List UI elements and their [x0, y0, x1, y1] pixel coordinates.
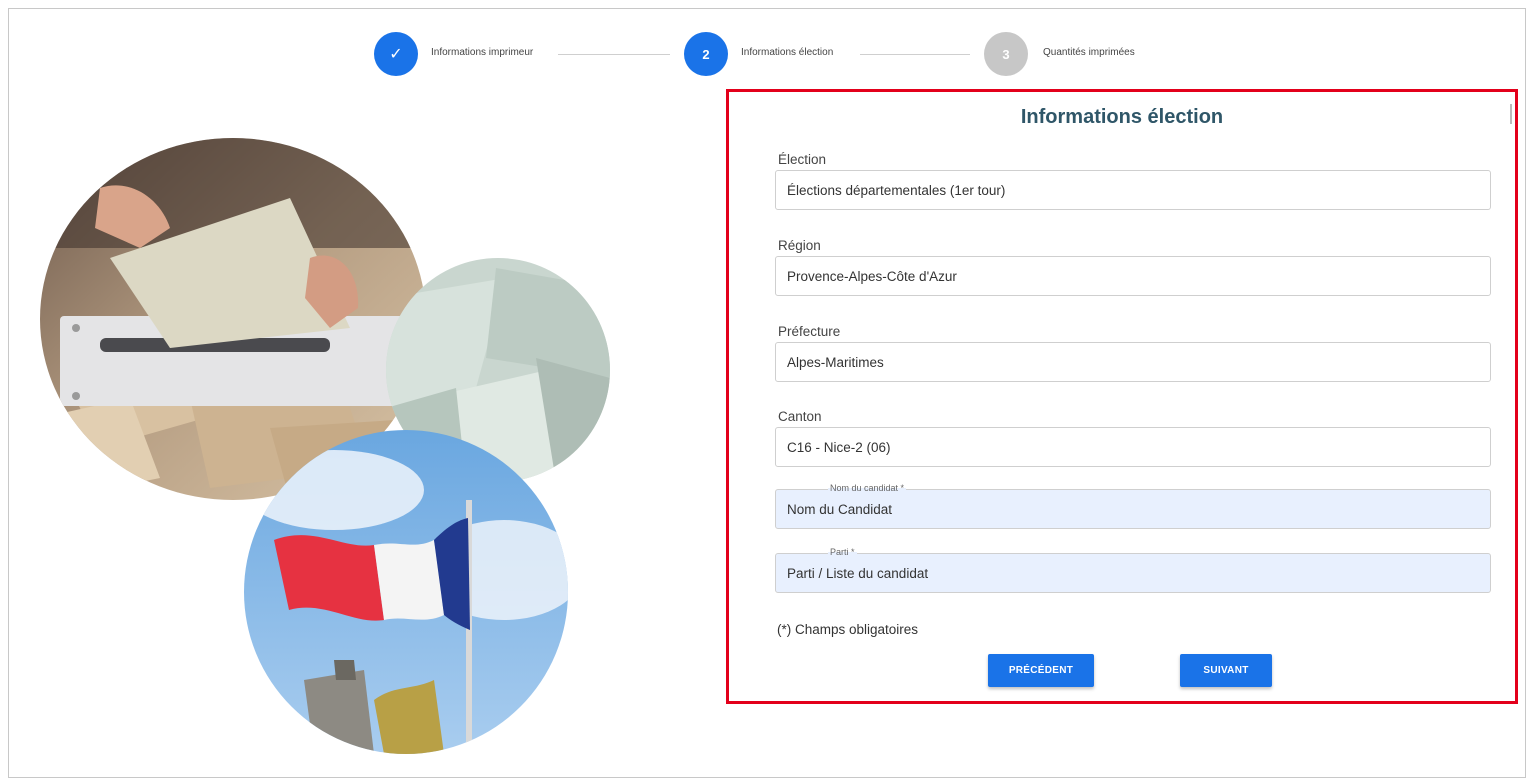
- prefecture-field[interactable]: Alpes-Maritimes: [775, 342, 1491, 382]
- step-1-circle[interactable]: ✓: [374, 32, 418, 76]
- canton-label: Canton: [778, 409, 822, 424]
- form-title: Informations élection: [1020, 106, 1224, 128]
- required-fields-note: (*) Champs obligatoires: [777, 622, 919, 637]
- election-info-panel: Informations élection Élection Élections…: [726, 89, 1518, 704]
- step-connector: [558, 54, 670, 55]
- step-2-number: 2: [702, 46, 710, 62]
- step-3-label: Quantités imprimées: [1043, 47, 1135, 58]
- candidate-name-label: Nom du candidat *: [828, 483, 907, 493]
- step-3-circle[interactable]: 3: [984, 32, 1028, 76]
- canton-field[interactable]: C16 - Nice-2 (06): [775, 427, 1491, 467]
- party-input[interactable]: Parti * Parti / Liste du candidat: [775, 547, 1491, 593]
- step-3-number: 3: [1002, 46, 1010, 62]
- election-label: Élection: [778, 152, 827, 167]
- prefecture-label: Préfecture: [778, 324, 841, 339]
- region-label: Région: [778, 238, 821, 253]
- step-2-label: Informations élection: [741, 47, 834, 58]
- canton-value: C16 - Nice-2 (06): [787, 439, 891, 455]
- party-value: Parti / Liste du candidat: [787, 565, 929, 581]
- election-field[interactable]: Élections départementales (1er tour): [775, 170, 1491, 210]
- step-2-circle[interactable]: 2: [684, 32, 728, 76]
- candidate-name-input[interactable]: Nom du candidat * Nom du Candidat: [775, 483, 1491, 529]
- party-label: Parti *: [828, 547, 857, 557]
- region-value: Provence-Alpes-Côte d'Azur: [787, 268, 957, 284]
- next-button[interactable]: SUIVANT: [1180, 654, 1272, 687]
- prefecture-value: Alpes-Maritimes: [787, 354, 884, 370]
- region-field[interactable]: Provence-Alpes-Côte d'Azur: [775, 256, 1491, 296]
- step-connector: [860, 54, 970, 55]
- step-1-label: Informations imprimeur: [431, 47, 534, 58]
- check-icon: ✓: [389, 46, 403, 63]
- candidate-name-value: Nom du Candidat: [787, 501, 893, 517]
- french-flag-photo: [244, 430, 568, 754]
- election-value: Élections départementales (1er tour): [787, 182, 1006, 198]
- stepper: ✓ Informations imprimeur 2 Informations …: [0, 32, 1534, 76]
- previous-button[interactable]: PRÉCÉDENT: [988, 654, 1094, 687]
